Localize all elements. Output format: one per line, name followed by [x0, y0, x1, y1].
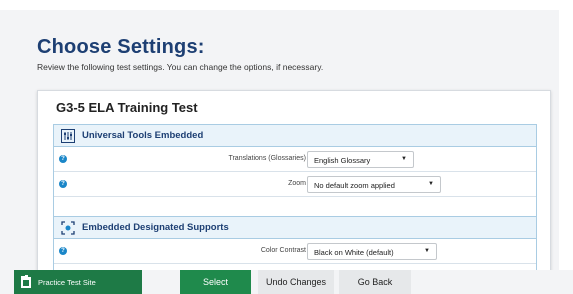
info-icon[interactable]: ?: [59, 180, 67, 188]
zoom-value: No default zoom applied: [314, 181, 395, 190]
setting-row-zoom: ? Zoom No default zoom applied ▼: [54, 172, 536, 197]
designated-supports-header[interactable]: Embedded Designated Supports: [54, 217, 536, 239]
info-icon[interactable]: ?: [59, 247, 67, 255]
page-title: Choose Settings:: [37, 36, 205, 58]
translations-value: English Glossary: [314, 156, 371, 165]
translations-select[interactable]: English Glossary ▼: [307, 151, 414, 168]
color-contrast-select[interactable]: Black on White (default) ▼: [307, 243, 437, 260]
practice-test-site-button[interactable]: Practice Test Site: [14, 270, 142, 294]
designated-supports-label: Embedded Designated Supports: [82, 222, 229, 233]
undo-changes-button[interactable]: Undo Changes: [258, 270, 334, 294]
select-button[interactable]: Select: [180, 270, 251, 294]
designated-supports-section: Embedded Designated Supports ? Color Con…: [53, 216, 537, 276]
chevron-down-icon: ▼: [424, 248, 430, 254]
chevron-down-icon: ▼: [428, 181, 434, 187]
state-logo-icon: [19, 274, 33, 290]
universal-tools-header[interactable]: Universal Tools Embedded: [54, 125, 536, 147]
go-back-button[interactable]: Go Back: [339, 270, 411, 294]
setting-row-translations: ? Translations (Glossaries) English Glos…: [54, 147, 536, 172]
info-icon[interactable]: ?: [59, 155, 67, 163]
test-name: G3-5 ELA Training Test: [56, 100, 198, 115]
color-contrast-value: Black on White (default): [314, 248, 394, 257]
universal-tools-label: Universal Tools Embedded: [82, 130, 204, 141]
practice-test-site-label: Practice Test Site: [38, 277, 96, 287]
test-settings-card: G3-5 ELA Training Test Universal Tools E…: [37, 90, 551, 276]
focus-target-icon: [61, 220, 75, 235]
top-strip: [0, 0, 573, 10]
translations-label: Translations (Glossaries): [228, 155, 306, 162]
chevron-down-icon: ▼: [401, 156, 407, 162]
color-contrast-label: Color Contrast: [260, 247, 306, 254]
sliders-icon: [61, 128, 75, 143]
right-strip: [559, 0, 573, 294]
universal-tools-section: Universal Tools Embedded ? Translations …: [53, 124, 537, 224]
zoom-label: Zoom: [288, 180, 306, 187]
zoom-select[interactable]: No default zoom applied ▼: [307, 176, 441, 193]
setting-row-color-contrast: ? Color Contrast Black on White (default…: [54, 239, 536, 264]
page-subtitle: Review the following test settings. You …: [37, 62, 324, 72]
